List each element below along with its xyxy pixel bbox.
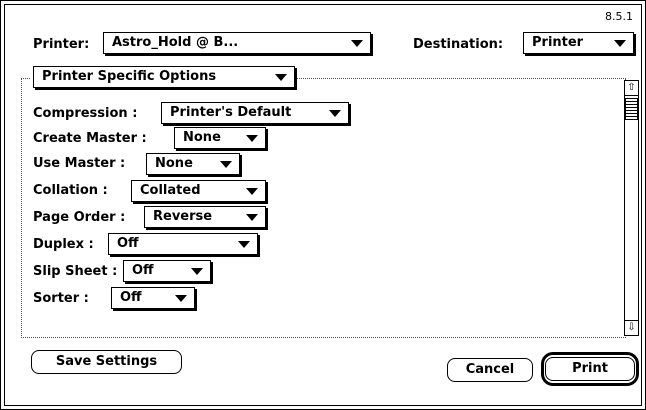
scroll-down-arrow-icon[interactable]: ⇩ [625, 320, 638, 335]
save-settings-button[interactable]: Save Settings [31, 350, 182, 374]
printer-specific-options-popup[interactable]: Printer Specific Options [33, 66, 295, 88]
chevron-down-icon [614, 40, 626, 47]
chevron-down-icon [238, 241, 250, 248]
slip-sheet-value: Off [132, 263, 154, 278]
collation-value: Collated [140, 183, 201, 198]
collation-label: Collation : [33, 183, 108, 198]
use-master-label: Use Master : [33, 156, 126, 171]
chevron-down-icon [191, 268, 203, 275]
options-scrollbar[interactable]: ⇧ ⇩ [624, 80, 639, 336]
sorter-value: Off [120, 290, 142, 305]
printer-popup[interactable]: Astro_Hold @ B... [103, 32, 371, 54]
use-master-popup[interactable]: None [146, 153, 240, 175]
destination-label: Destination: [413, 37, 504, 52]
slip-sheet-popup[interactable]: Off [123, 260, 211, 282]
sorter-label: Sorter : [33, 291, 89, 306]
printer-label: Printer: [33, 37, 90, 52]
page-order-label: Page Order : [33, 210, 126, 225]
chevron-down-icon [220, 161, 232, 168]
printer-popup-value: Astro_Hold @ B... [112, 35, 239, 50]
cancel-button[interactable]: Cancel [447, 358, 533, 382]
compression-value: Printer's Default [170, 105, 292, 120]
collation-popup[interactable]: Collated [131, 180, 266, 202]
chevron-down-icon [246, 214, 258, 221]
group-title-value: Printer Specific Options [42, 69, 217, 84]
compression-popup[interactable]: Printer's Default [161, 102, 349, 124]
page-order-value: Reverse [153, 209, 213, 224]
scroll-thumb[interactable] [625, 98, 638, 120]
destination-popup-value: Printer [532, 35, 584, 50]
chevron-down-icon [175, 295, 187, 302]
version-label: 8.5.1 [605, 10, 633, 23]
chevron-down-icon [329, 110, 341, 117]
chevron-down-icon [275, 74, 287, 81]
duplex-value: Off [117, 236, 139, 251]
create-master-popup[interactable]: None [174, 127, 266, 149]
slip-sheet-label: Slip Sheet : [33, 264, 118, 279]
page-order-popup[interactable]: Reverse [144, 206, 266, 228]
print-button-default-ring[interactable]: Print [541, 352, 639, 386]
print-button[interactable]: Print [545, 357, 635, 381]
scroll-up-arrow-icon[interactable]: ⇧ [625, 81, 638, 96]
sorter-popup[interactable]: Off [111, 287, 195, 309]
create-master-label: Create Master : [33, 131, 147, 146]
duplex-label: Duplex : [33, 237, 94, 252]
create-master-value: None [183, 130, 221, 145]
compression-label: Compression : [33, 106, 138, 121]
destination-popup[interactable]: Printer [523, 32, 634, 54]
chevron-down-icon [246, 188, 258, 195]
chevron-down-icon [351, 40, 363, 47]
use-master-value: None [155, 156, 193, 171]
duplex-popup[interactable]: Off [108, 233, 258, 255]
chevron-down-icon [246, 135, 258, 142]
